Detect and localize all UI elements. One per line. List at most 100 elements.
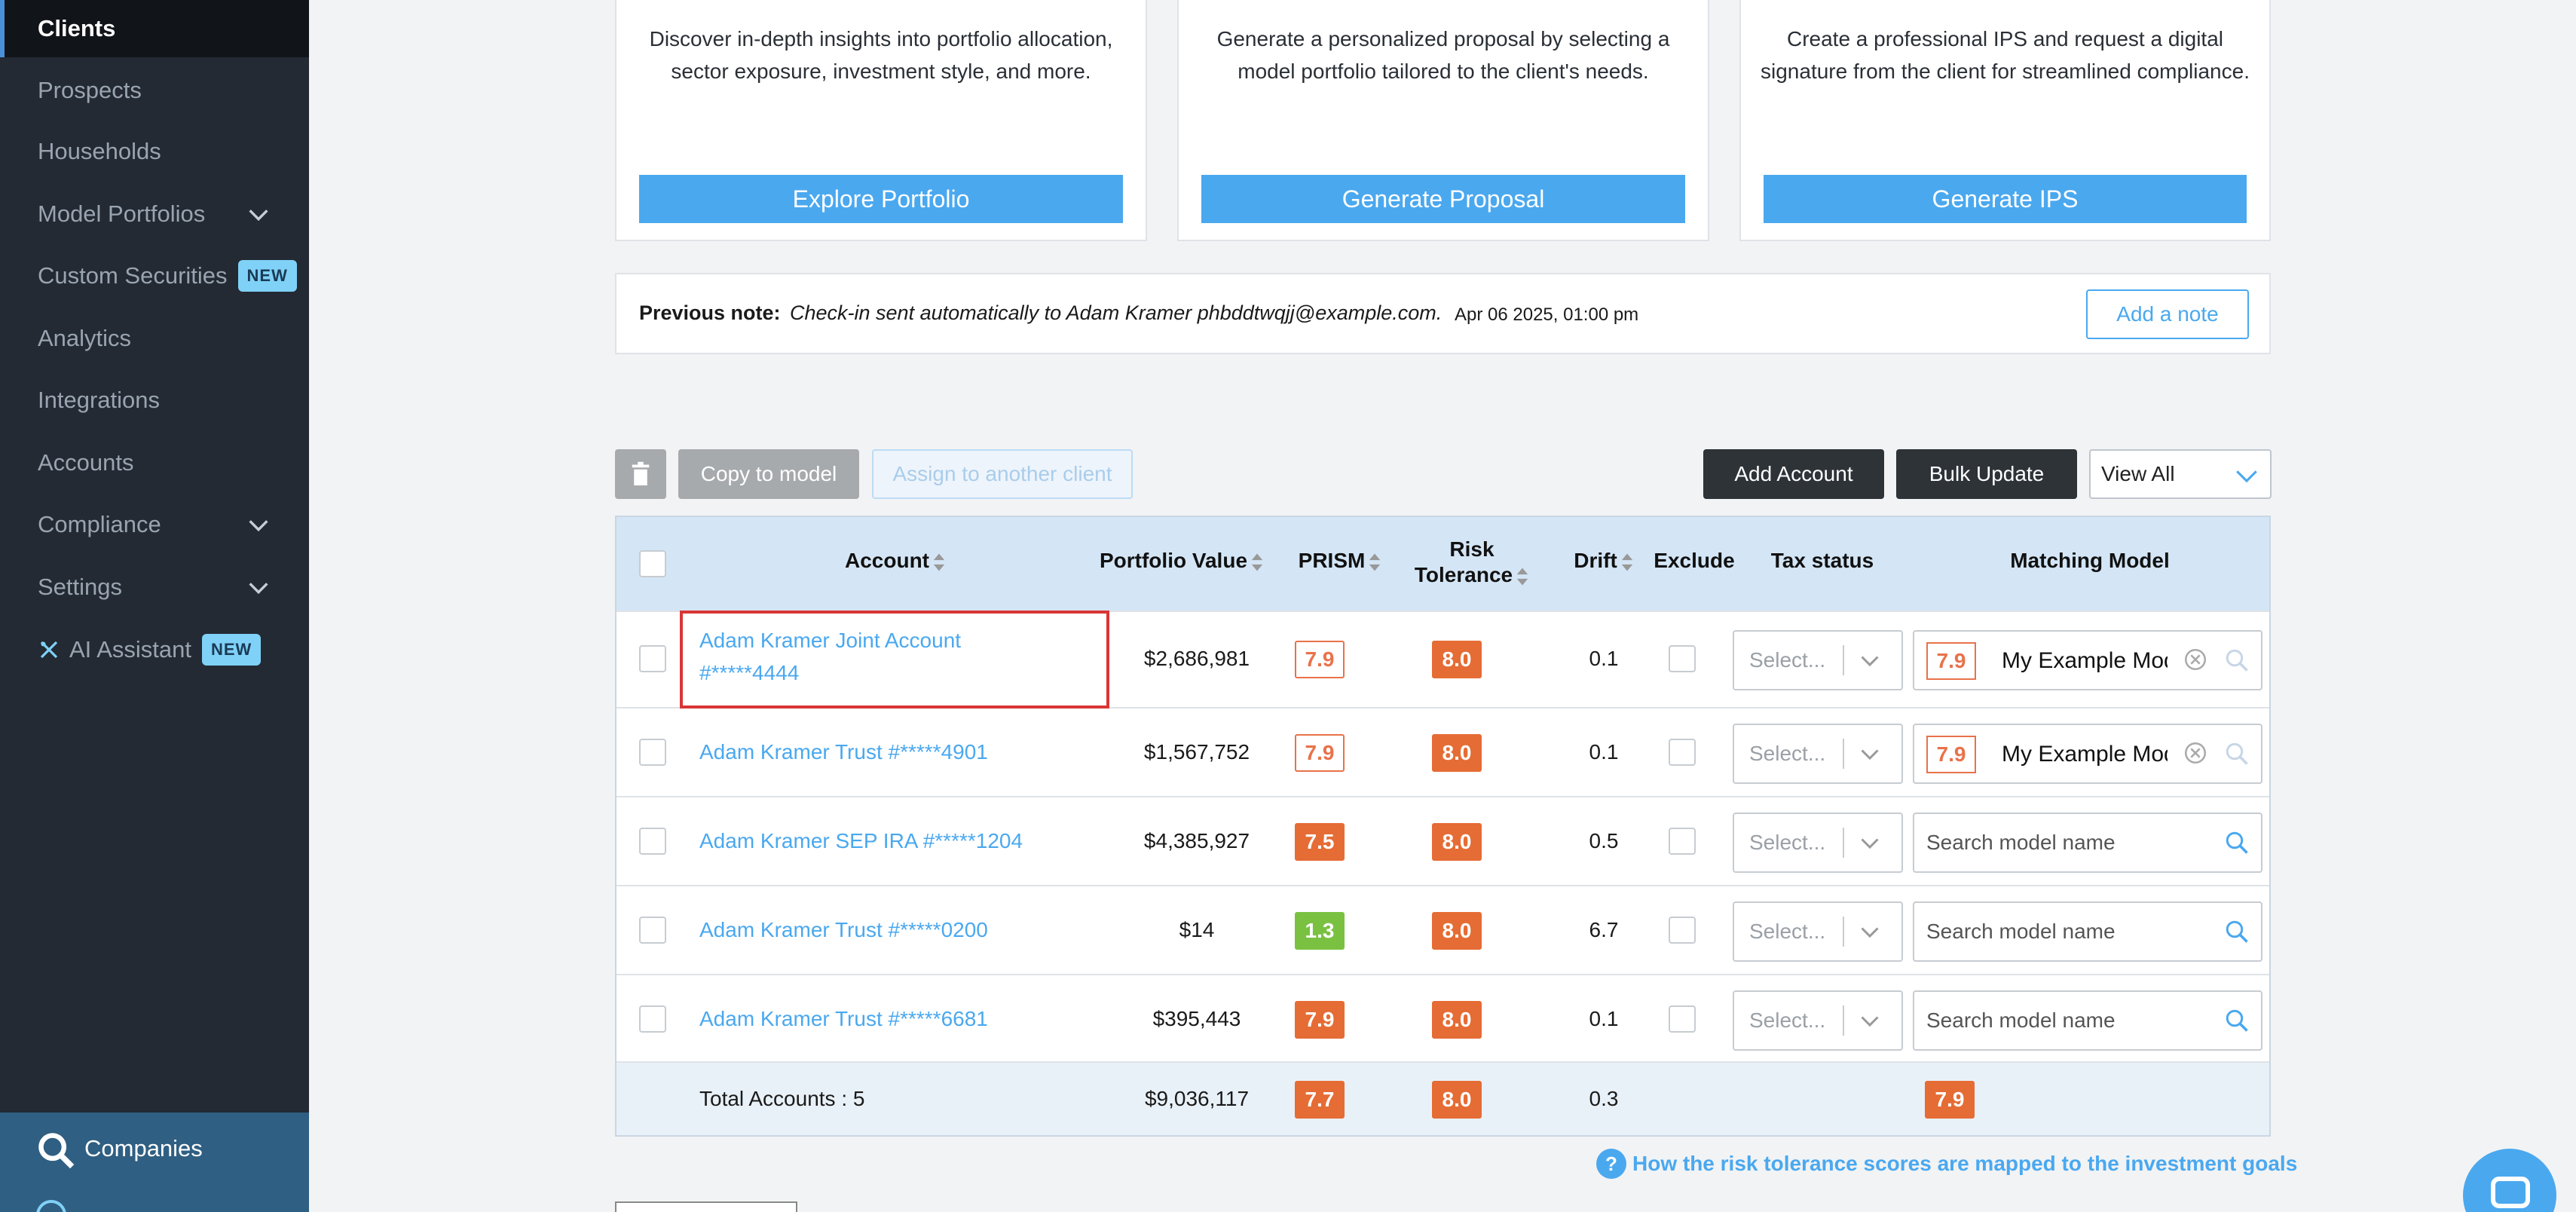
tax-status-select[interactable]: Select...: [1733, 901, 1903, 962]
drift-value: 0.1: [1589, 647, 1619, 670]
header-account[interactable]: Account: [820, 549, 971, 573]
generate-proposal-button[interactable]: Generate Proposal: [1201, 175, 1685, 223]
chevron-down-icon: [249, 520, 268, 532]
risk-tolerance-score: 8.0: [1432, 641, 1482, 678]
search-icon[interactable]: [2223, 740, 2250, 767]
generate-ips-button[interactable]: Generate IPS: [1764, 175, 2247, 223]
table-header: Account Portfolio Value PRISM Risk Tolera…: [616, 517, 2269, 611]
sidebar-item-model-portfolios[interactable]: Model Portfolios: [0, 185, 309, 243]
account-link[interactable]: Adam Kramer Trust #*****0200: [699, 914, 1061, 946]
model-search-input[interactable]: Search model name: [1913, 813, 2262, 873]
add-note-button[interactable]: Add a note: [2086, 289, 2249, 339]
row-checkbox[interactable]: [639, 828, 666, 855]
search-icon[interactable]: [2223, 829, 2250, 856]
prism-score: 7.9: [1295, 641, 1345, 678]
account-link[interactable]: Adam Kramer Trust #*****6681: [699, 1002, 1061, 1035]
trash-icon: [632, 461, 650, 485]
companies-search[interactable]: Companies: [0, 1113, 309, 1212]
exclude-checkbox[interactable]: [1669, 828, 1696, 855]
row-checkbox[interactable]: [639, 917, 666, 944]
view-filter-select[interactable]: View All: [2089, 449, 2272, 499]
chat-bubble-icon: [2491, 1177, 2530, 1208]
search-icon[interactable]: [2223, 1007, 2250, 1034]
sidebar: Clients Prospects Households Model Portf…: [0, 0, 309, 1212]
total-portfolio-value: $9,036,117: [1144, 1087, 1250, 1110]
account-link[interactable]: Adam Kramer SEP IRA #*****1204: [699, 825, 1076, 857]
tax-status-select[interactable]: Select...: [1733, 630, 1903, 690]
sidebar-item-compliance[interactable]: Compliance: [0, 496, 309, 553]
table-row: Adam Kramer SEP IRA #*****1204 $4,385,92…: [616, 796, 2269, 885]
portfolio-value: $14: [1179, 918, 1215, 941]
note-date: Apr 06 2025, 01:00 pm: [1455, 305, 1639, 325]
search-icon[interactable]: [2223, 918, 2250, 945]
header-exclude: Exclude: [1654, 549, 1735, 572]
exclude-checkbox[interactable]: [1669, 645, 1696, 672]
sidebar-item-analytics[interactable]: Analytics: [0, 310, 309, 367]
model-search-input[interactable]: Search model name: [1913, 990, 2262, 1051]
table-row: Adam Kramer Trust #*****0200 $14 1.3 8.0…: [616, 885, 2269, 974]
copy-to-model-button[interactable]: Copy to model: [678, 449, 859, 499]
search-icon[interactable]: [2223, 647, 2250, 674]
model-search-input[interactable]: Search model name: [1913, 901, 2262, 962]
header-drift[interactable]: Drift: [1551, 549, 1657, 573]
sidebar-item-clients[interactable]: Clients: [0, 0, 309, 57]
account-link[interactable]: Adam Kramer Trust #*****4901: [699, 736, 1061, 768]
header-prism[interactable]: PRISM: [1272, 549, 1408, 573]
sort-icon: [933, 553, 945, 571]
select-all-checkbox[interactable]: [639, 550, 666, 577]
portfolio-value: $4,385,927: [1143, 829, 1250, 852]
exclude-checkbox[interactable]: [1669, 1005, 1696, 1033]
bottom-button[interactable]: [615, 1201, 797, 1212]
sidebar-item-households[interactable]: Households: [0, 123, 309, 180]
drift-value: 0.1: [1589, 1007, 1619, 1030]
tax-status-select[interactable]: Select...: [1733, 990, 1903, 1051]
explore-portfolio-card: Discover in-depth insights into portfoli…: [615, 0, 1147, 241]
bulk-update-button[interactable]: Bulk Update: [1896, 449, 2077, 499]
help-circle-icon[interactable]: [36, 1200, 66, 1212]
sidebar-item-custom-securities[interactable]: Custom Securities NEW: [0, 247, 309, 305]
row-checkbox[interactable]: [639, 739, 666, 766]
delete-button[interactable]: [615, 449, 666, 499]
risk-mapping-link[interactable]: ? How the risk tolerance scores are mapp…: [1596, 1149, 2297, 1179]
sort-icon: [1621, 553, 1632, 571]
clear-icon[interactable]: [2183, 647, 2208, 672]
risk-tolerance-score: 8.0: [1432, 1001, 1482, 1039]
explore-portfolio-button[interactable]: Explore Portfolio: [639, 175, 1123, 223]
chat-button[interactable]: [2463, 1149, 2556, 1212]
row-checkbox[interactable]: [639, 645, 666, 672]
sidebar-item-integrations[interactable]: Integrations: [0, 372, 309, 429]
prism-score: 1.3: [1295, 912, 1345, 950]
header-portfolio-value[interactable]: Portfolio Value: [1069, 549, 1295, 573]
tax-status-select[interactable]: Select...: [1733, 724, 1903, 784]
prism-score: 7.5: [1295, 823, 1345, 861]
chevron-down-icon: [249, 583, 268, 595]
portfolio-value: $1,567,752: [1143, 740, 1250, 764]
chevron-down-icon: [2236, 470, 2257, 483]
portfolio-value: $395,443: [1152, 1007, 1241, 1030]
prism-score: 7.9: [1295, 1001, 1345, 1039]
drift-value: 6.7: [1589, 918, 1619, 941]
chevron-down-icon: [1861, 838, 1879, 849]
generate-ips-card: Create a professional IPS and request a …: [1739, 0, 2271, 241]
row-checkbox[interactable]: [639, 1005, 666, 1033]
assign-to-client-button[interactable]: Assign to another client: [872, 449, 1133, 499]
total-risk-score: 8.0: [1432, 1081, 1482, 1119]
exclude-checkbox[interactable]: [1669, 917, 1696, 944]
add-account-button[interactable]: Add Account: [1703, 449, 1884, 499]
chevron-down-icon: [249, 210, 268, 222]
sidebar-item-accounts[interactable]: Accounts: [0, 434, 309, 491]
chevron-down-icon: [1861, 927, 1879, 938]
sort-icon: [1251, 553, 1263, 571]
sidebar-item-ai-assistant[interactable]: AI Assistant NEW: [0, 621, 309, 678]
matching-model-field[interactable]: 7.9 My Example Model: [1913, 630, 2262, 690]
sidebar-item-prospects[interactable]: Prospects: [0, 62, 309, 119]
sidebar-item-settings[interactable]: Settings: [0, 559, 309, 616]
risk-tolerance-score: 8.0: [1432, 734, 1482, 772]
header-risk-tolerance[interactable]: Risk Tolerance: [1400, 537, 1543, 588]
tax-status-select[interactable]: Select...: [1733, 813, 1903, 873]
model-name: My Example Model: [2002, 648, 2168, 673]
matching-model-field[interactable]: 7.9 My Example Model: [1913, 724, 2262, 784]
clear-icon[interactable]: [2183, 740, 2208, 766]
exclude-checkbox[interactable]: [1669, 739, 1696, 766]
risk-tolerance-score: 8.0: [1432, 912, 1482, 950]
